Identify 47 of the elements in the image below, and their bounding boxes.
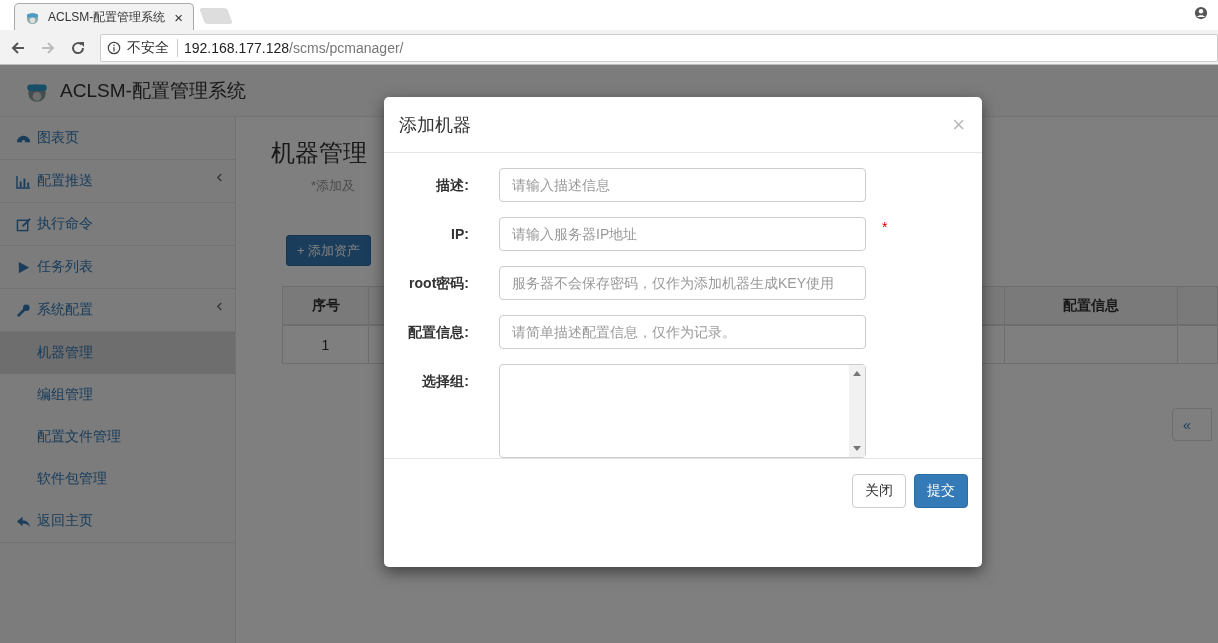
- tab-title: ACLSM-配置管理系统: [48, 8, 167, 26]
- brand-title: ACLSM-配置管理系统: [60, 78, 246, 103]
- sidebar-item[interactable]: 任务列表: [0, 246, 235, 289]
- play-icon: [16, 259, 31, 275]
- close-button[interactable]: ×: [952, 111, 965, 138]
- info-icon: [107, 40, 121, 55]
- back-icon[interactable]: [10, 39, 26, 56]
- field-label: root密码:: [408, 274, 469, 293]
- sidebar-item[interactable]: 配置推送: [0, 160, 235, 203]
- edit-icon: [16, 216, 31, 232]
- sidebar-subitem[interactable]: 配置文件管理: [0, 416, 235, 458]
- security-label: 不安全: [127, 38, 178, 57]
- table-cell: 1: [283, 326, 369, 364]
- field-label: 描述:: [435, 176, 469, 195]
- scrollbar[interactable]: [849, 365, 865, 457]
- close-dialog-button[interactable]: 关闭: [852, 474, 906, 508]
- field-label: 配置信息:: [407, 323, 469, 342]
- modal-title: 添加机器: [399, 113, 471, 137]
- tab-close-button[interactable]: ×: [174, 8, 183, 26]
- scroll-down-icon[interactable]: [853, 446, 861, 452]
- sidebar-item[interactable]: 执行命令: [0, 203, 235, 246]
- field-label: IP:: [450, 225, 469, 244]
- field-label: 选择组:: [421, 372, 469, 391]
- bar-chart-icon: [16, 173, 31, 189]
- input-field[interactable]: 服务器不会保存密码，仅作为添加机器生成KEY使用: [499, 266, 866, 300]
- input-field[interactable]: 请简单描述配置信息，仅作为记录。: [499, 315, 866, 349]
- required-mark: *: [882, 219, 888, 235]
- pagination-button[interactable]: «: [1172, 408, 1212, 441]
- scroll-up-icon[interactable]: [853, 370, 861, 376]
- submit-button[interactable]: 提交: [914, 474, 968, 508]
- sidebar-subitem[interactable]: 软件包管理: [0, 458, 235, 500]
- table-header: 配置信息: [1005, 287, 1178, 326]
- input-field[interactable]: 请输入服务器IP地址: [499, 217, 866, 251]
- table-header: 序号: [283, 287, 369, 326]
- input-field[interactable]: 请输入描述信息: [499, 168, 866, 202]
- sidebar-item[interactable]: 返回主页: [0, 500, 235, 543]
- page-title: 机器管理: [271, 138, 368, 168]
- add-asset-button[interactable]: + 添加资产: [286, 235, 372, 266]
- sidebar-subitem[interactable]: 机器管理: [0, 332, 235, 374]
- sidebar-subitem[interactable]: 编组管理: [0, 374, 235, 416]
- url-text: 192.168.177.128/scms/pcmanager/: [184, 39, 404, 56]
- wrench-icon: [16, 302, 31, 318]
- browser-tab[interactable]: ACLSM-配置管理系统 ×: [14, 3, 194, 30]
- reload-icon[interactable]: [70, 39, 86, 56]
- address-bar[interactable]: 不安全 192.168.177.128/scms/pcmanager/: [100, 33, 1218, 62]
- sidebar-item[interactable]: 图表页: [0, 117, 235, 160]
- account-icon[interactable]: [1194, 6, 1208, 20]
